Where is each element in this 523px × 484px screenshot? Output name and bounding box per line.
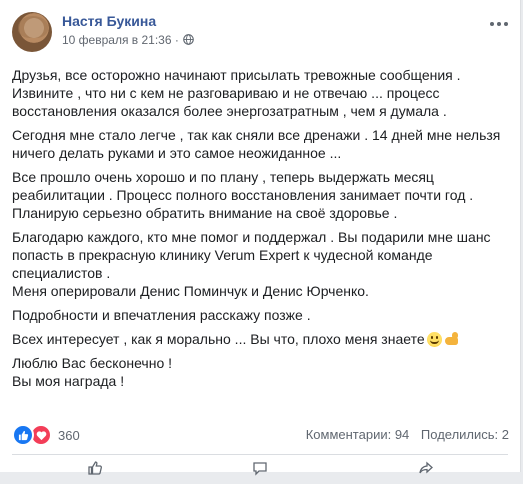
globe-icon[interactable] xyxy=(183,34,195,45)
post-paragraph-text: Всех интересует , как я морально ... Вы … xyxy=(12,331,425,347)
reaction-count[interactable]: 360 xyxy=(58,428,80,443)
post-paragraph: Люблю Вас бесконечно ! Вы моя награда ! xyxy=(12,355,173,389)
engagement-counts: Комментарии: 94 Поделились: 2 xyxy=(298,427,509,442)
share-button[interactable] xyxy=(418,460,434,476)
post-paragraph: Благодарю каждого, кто мне помог и подде… xyxy=(12,229,491,299)
avatar[interactable] xyxy=(12,12,52,52)
comment-action-icon xyxy=(253,462,268,476)
muscle-emoji-icon xyxy=(444,332,459,347)
post-paragraph: Сегодня мне стало легче , так как сняли … xyxy=(12,127,501,161)
post-paragraph: Подробности и впечатления расскажу позже… xyxy=(12,307,311,323)
more-horizontal-icon[interactable] xyxy=(489,18,509,30)
like-button[interactable] xyxy=(87,460,103,476)
meta-separator: · xyxy=(174,33,179,47)
post-paragraph: Все прошло очень хорошо и по плану , теп… xyxy=(12,169,474,221)
like-action-icon xyxy=(88,461,102,475)
post-header: Настя Букина 10 февраля в 21:36 · xyxy=(12,12,509,56)
post-meta: 10 февраля в 21:36 · xyxy=(62,33,195,47)
like-icon xyxy=(12,424,34,446)
post-card: Настя Букина 10 февраля в 21:36 · Друзья… xyxy=(0,0,521,476)
comments-count[interactable]: Комментарии: 94 xyxy=(306,427,410,442)
post-paragraph-with-emoji: Всех интересует , как я морально ... Вы … xyxy=(12,330,510,348)
shares-count[interactable]: Поделились: 2 xyxy=(421,427,509,442)
post-body: Друзья, все осторожно начинают присылать… xyxy=(12,66,510,396)
share-action-icon xyxy=(419,461,434,474)
post-timestamp[interactable]: 10 февраля в 21:36 xyxy=(62,33,172,47)
post-stats: 360 Комментарии: 94 Поделились: 2 xyxy=(12,424,509,446)
divider xyxy=(12,454,508,455)
post-actions xyxy=(12,460,509,484)
author-name[interactable]: Настя Букина xyxy=(62,13,156,29)
smile-emoji-icon xyxy=(426,332,442,347)
reactions-summary[interactable]: 360 xyxy=(12,424,80,446)
post-paragraph: Друзья, все осторожно начинают присылать… xyxy=(12,67,461,119)
comment-button[interactable] xyxy=(252,460,268,476)
